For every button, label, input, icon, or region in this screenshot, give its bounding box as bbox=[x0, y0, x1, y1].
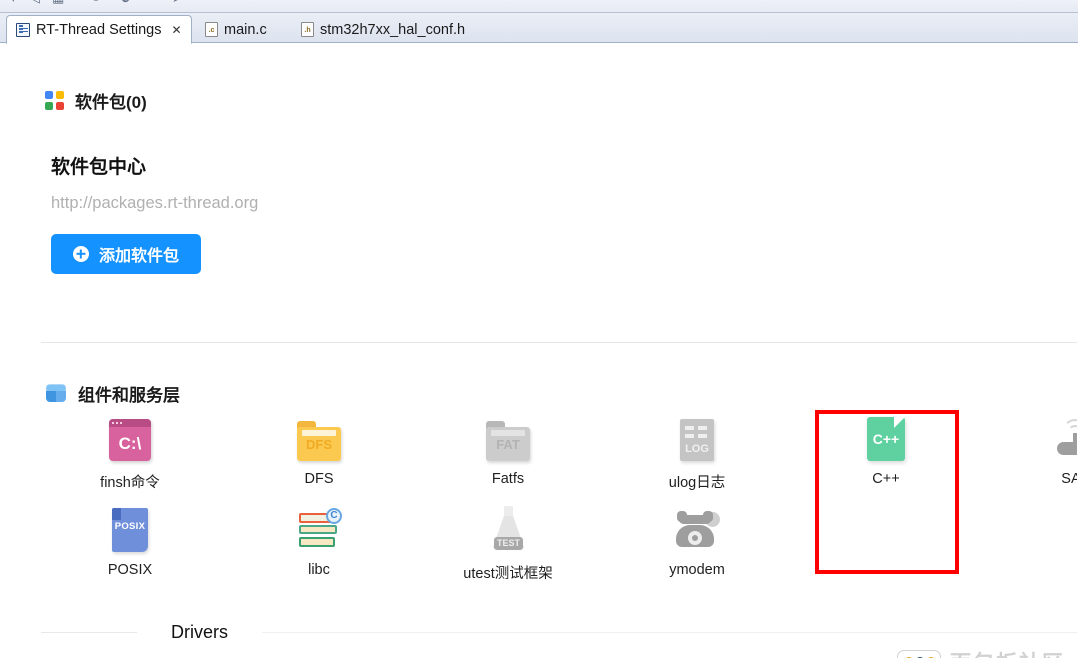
component-label: POSIX bbox=[107, 562, 153, 578]
close-icon[interactable]: ✕ bbox=[171, 24, 181, 36]
toolbar-ghost-icon-4[interactable]: ○ bbox=[92, 0, 100, 4]
watermark-cn-text: 面包板社区 bbox=[950, 653, 1068, 658]
pkg-dot-4 bbox=[56, 102, 64, 110]
pkg-dot-1 bbox=[45, 91, 53, 99]
watermark: 面包板社区 mbb.eet-china.com bbox=[897, 650, 1068, 658]
component-dfs[interactable]: DFS DFS bbox=[239, 409, 399, 487]
component-label: ymodem bbox=[669, 562, 725, 578]
component-libc[interactable]: C libc bbox=[239, 500, 399, 578]
ulog-icon-text: LOG bbox=[685, 443, 709, 455]
cpp-icon-text: C++ bbox=[872, 431, 900, 447]
component-posix[interactable]: POSIX POSIX bbox=[50, 500, 210, 578]
libc-books-icon: C bbox=[297, 508, 342, 552]
component-ymodem[interactable]: ymodem bbox=[617, 500, 777, 578]
drivers-section-divider: Drivers bbox=[0, 617, 1078, 647]
toolbar-ghost-icon-1[interactable]: ▾ bbox=[10, 0, 17, 4]
component-row: POSIX POSIX C libc TEST utest测试框架 ymodem bbox=[0, 500, 1078, 591]
toolbar-ghost-icon-5[interactable]: ➲ bbox=[120, 0, 131, 4]
editor-tab-bar: RT-Thread Settings ✕ .c main.c .h stm32h… bbox=[0, 13, 1078, 44]
components-section-header: 组件和服务层 bbox=[45, 381, 180, 406]
component-label: DFS bbox=[304, 471, 334, 487]
component-grid: C:\ finsh命令 DFS DFS FAT Fatfs LOG ulog日志… bbox=[0, 409, 1078, 591]
utest-flask-icon: TEST bbox=[488, 506, 528, 552]
component-label: finsh命令 bbox=[100, 475, 160, 491]
component-label: utest测试框架 bbox=[463, 566, 553, 582]
package-center-title: 软件包中心 bbox=[51, 157, 147, 178]
tab-main-c[interactable]: .c main.c bbox=[196, 16, 276, 43]
pkg-dot-3 bbox=[45, 102, 53, 110]
packages-grid-icon bbox=[45, 91, 64, 110]
add-package-label: 添加软件包 bbox=[98, 248, 179, 265]
toolbar-ghost-icon-6[interactable]: ➤ bbox=[172, 0, 183, 4]
tab-label: stm32h7xx_hal_conf.h bbox=[320, 21, 466, 38]
component-row: C:\ finsh命令 DFS DFS FAT Fatfs LOG ulog日志… bbox=[0, 409, 1078, 500]
libc-icon-text: C bbox=[326, 508, 342, 524]
tab-label: main.c bbox=[224, 21, 267, 38]
finsh-terminal-icon: C:\ bbox=[109, 419, 151, 461]
watermark-logo-icon bbox=[897, 650, 941, 658]
fatfs-icon-text: FAT bbox=[496, 437, 520, 452]
tab-stm32h7xx-hal-conf-h[interactable]: .h stm32h7xx_hal_conf.h bbox=[292, 16, 474, 43]
sal-antenna-icon bbox=[1053, 417, 1078, 461]
posix-doc-icon: POSIX bbox=[112, 508, 148, 552]
tab-label: RT-Thread Settings bbox=[36, 21, 162, 38]
ymodem-phone-icon bbox=[674, 510, 720, 552]
component-fatfs[interactable]: FAT Fatfs bbox=[428, 409, 588, 487]
dfs-folder-icon: DFS bbox=[297, 421, 341, 461]
posix-icon-text: POSIX bbox=[114, 521, 146, 532]
component-ulog[interactable]: LOG ulog日志 bbox=[617, 409, 777, 492]
tab-rt-thread-settings[interactable]: RT-Thread Settings ✕ bbox=[6, 15, 192, 44]
component-label: SAL bbox=[1061, 471, 1078, 487]
section-divider bbox=[41, 342, 1078, 343]
packages-section-title: 软件包(0) bbox=[75, 93, 147, 112]
component-utest[interactable]: TEST utest测试框架 bbox=[428, 500, 588, 583]
toolbar-ghost-icon-2[interactable]: ◁ bbox=[30, 0, 40, 4]
component-label: libc bbox=[308, 562, 330, 578]
component-sal[interactable]: SAL bbox=[995, 409, 1078, 487]
h-file-icon: .h bbox=[301, 22, 314, 37]
component-finsh[interactable]: C:\ finsh命令 bbox=[50, 409, 210, 492]
c-file-icon: .c bbox=[205, 22, 218, 37]
pkg-dot-2 bbox=[56, 91, 64, 99]
finsh-icon-text: C:\ bbox=[118, 434, 142, 453]
plus-circle-icon bbox=[72, 246, 89, 262]
component-label: C++ bbox=[872, 471, 900, 487]
settings-tab-icon bbox=[16, 22, 30, 37]
component-cpp[interactable]: C++ C++ bbox=[806, 409, 966, 487]
drivers-section-label: Drivers bbox=[171, 621, 228, 642]
component-label: Fatfs bbox=[491, 471, 525, 487]
divider-line-right bbox=[262, 631, 1078, 633]
utest-icon-text: TEST bbox=[494, 537, 523, 550]
packages-section-header: 软件包(0) bbox=[45, 88, 147, 113]
package-center-url: http://packages.rt-thread.org bbox=[51, 194, 259, 212]
settings-page-content: 软件包(0) 软件包中心 http://packages.rt-thread.o… bbox=[0, 44, 1078, 658]
add-package-button[interactable]: 添加软件包 bbox=[51, 234, 201, 274]
toolbar-strip: ▾ ◁ ▦ ○ ➲ ➤ bbox=[0, 0, 1078, 13]
components-section-title: 组件和服务层 bbox=[78, 386, 180, 405]
cube-icon bbox=[45, 383, 67, 404]
toolbar-ghost-icon-3[interactable]: ▦ bbox=[52, 0, 64, 4]
divider-line-left bbox=[41, 631, 137, 633]
component-label: ulog日志 bbox=[668, 475, 726, 491]
cpp-doc-icon: C++ bbox=[867, 417, 905, 461]
ulog-doc-icon: LOG bbox=[680, 419, 714, 461]
dfs-icon-text: DFS bbox=[306, 437, 332, 452]
fatfs-folder-icon: FAT bbox=[486, 421, 530, 461]
